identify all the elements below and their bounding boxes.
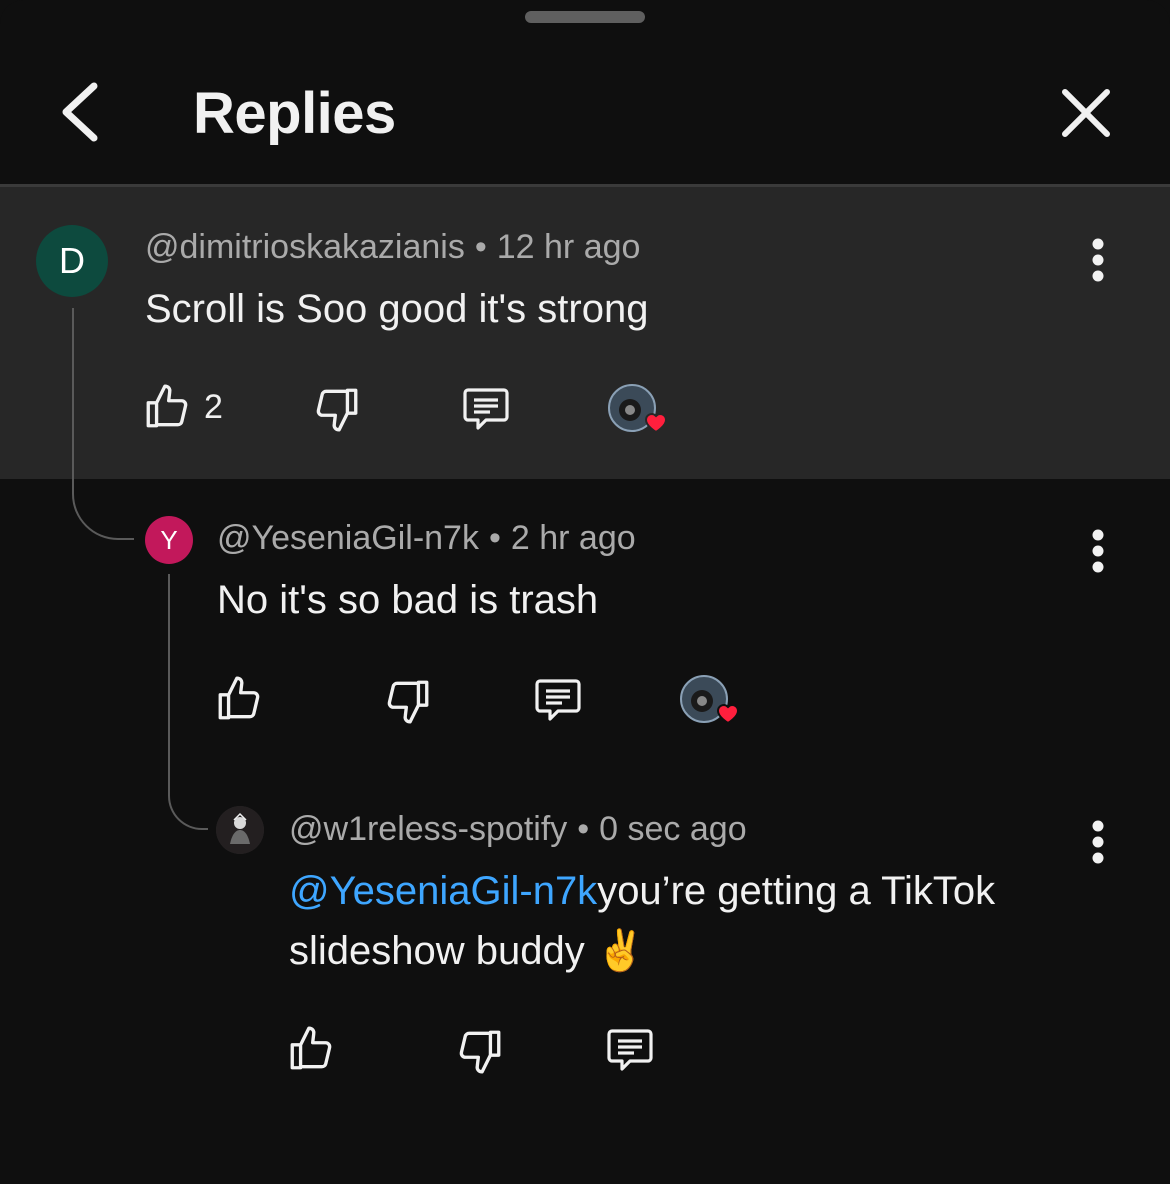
- avatar[interactable]: D: [36, 225, 108, 297]
- page-title: Replies: [193, 81, 396, 146]
- avatar-letter: Y: [160, 524, 178, 555]
- thumb-down-icon[interactable]: [383, 676, 433, 726]
- creator-heart-icon: [680, 673, 748, 733]
- comment-text: Scroll is Soo good it's strong: [145, 287, 649, 331]
- comment-meta: @YeseniaGil-n7k • 2 hr ago: [217, 519, 636, 557]
- close-icon: [1062, 89, 1110, 137]
- more-vert-icon: [1092, 529, 1104, 573]
- more-vert-icon: [1092, 820, 1104, 864]
- drag-handle[interactable]: [525, 11, 645, 23]
- back-button[interactable]: [52, 72, 112, 152]
- close-button[interactable]: [1055, 82, 1117, 144]
- author-name[interactable]: @YeseniaGil-n7k: [217, 519, 479, 557]
- timestamp: 12 hr ago: [496, 228, 641, 266]
- avatar[interactable]: [216, 806, 264, 854]
- comment-text-line2: slideshow buddy ✌️: [289, 929, 646, 973]
- more-options-button[interactable]: [1078, 812, 1118, 872]
- avatar-letter: D: [59, 240, 85, 281]
- timestamp: 0 sec ago: [599, 810, 747, 848]
- reply-icon[interactable]: [532, 675, 584, 725]
- thumb-down-icon[interactable]: [455, 1026, 505, 1076]
- timestamp: 2 hr ago: [510, 519, 636, 557]
- comment-text-line1: you’re getting a TikTok: [597, 869, 996, 913]
- creator-heart-icon: [608, 382, 676, 442]
- thumb-up-icon[interactable]: [142, 382, 192, 432]
- comment-meta: @dimitrioskakazianis • 12 hr ago: [145, 228, 641, 266]
- back-icon: [62, 82, 98, 142]
- avatar-image: [216, 806, 264, 854]
- thread-line: [168, 574, 208, 830]
- thumb-up-icon[interactable]: [286, 1024, 336, 1074]
- replies-sheet: Replies D @dimitrioskakazianis • 12 hr ago…: [0, 0, 1170, 1184]
- reply-icon[interactable]: [604, 1025, 656, 1075]
- comment-meta: @w1reless-spotify • 0 sec ago: [289, 810, 747, 848]
- thread-line: [72, 308, 134, 540]
- author-name[interactable]: @w1reless-spotify: [289, 810, 567, 848]
- more-options-button[interactable]: [1078, 521, 1118, 581]
- author-name[interactable]: @dimitrioskakazianis: [145, 228, 465, 266]
- more-options-button[interactable]: [1078, 230, 1118, 290]
- more-vert-icon: [1092, 238, 1104, 282]
- mention-link[interactable]: @YeseniaGil-n7k: [289, 869, 597, 913]
- comment-text: No it's so bad is trash: [217, 578, 599, 622]
- like-count: 2: [204, 388, 223, 426]
- comment-text: @YeseniaGil-n7kyou’re getting a TikTok s…: [289, 861, 1069, 981]
- reply-icon[interactable]: [460, 384, 512, 434]
- thumb-down-icon[interactable]: [312, 384, 362, 434]
- avatar[interactable]: Y: [145, 516, 193, 564]
- thumb-up-icon[interactable]: [214, 674, 264, 724]
